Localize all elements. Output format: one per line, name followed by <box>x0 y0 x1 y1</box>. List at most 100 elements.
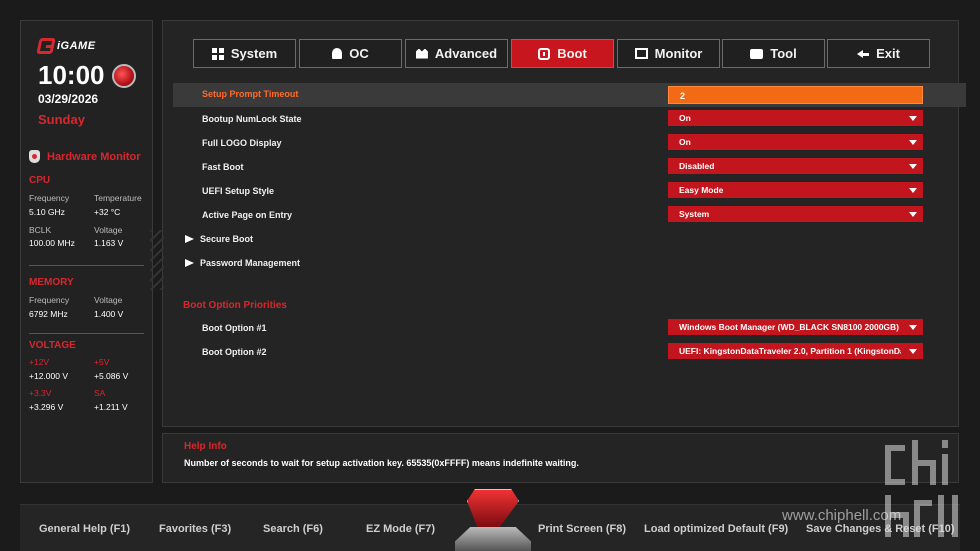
settings-gear-icon[interactable] <box>112 64 136 88</box>
cpu-temperature-value: +32 °C <box>94 207 121 217</box>
cpu-frequency-value: 5.10 GHz <box>29 207 65 217</box>
chevron-down-icon <box>909 349 917 354</box>
watermark-url: www.chiphell.com <box>782 507 902 524</box>
tab-exit[interactable]: Exit <box>827 39 930 68</box>
secure-boot-link[interactable]: Secure Boot <box>200 234 253 244</box>
ez-mode-button[interactable]: EZ Mode (F7) <box>366 523 435 535</box>
monitor-icon <box>634 48 648 59</box>
brand-logo: iGAME <box>36 38 96 54</box>
sa-label: SA <box>94 388 106 398</box>
active-page-value: System <box>679 209 710 219</box>
full-logo-select[interactable]: On <box>668 134 923 150</box>
submenu-arrow-icon <box>185 259 194 267</box>
v5-value: +5.086 V <box>94 371 129 381</box>
clock-date: 03/29/2026 <box>38 92 99 106</box>
tab-system[interactable]: System <box>193 39 296 68</box>
password-management-link[interactable]: Password Management <box>200 258 300 268</box>
tab-oc[interactable]: OC <box>299 39 402 68</box>
submenu-arrow-icon <box>185 235 194 243</box>
brand-mark-icon <box>36 38 56 54</box>
power-icon <box>538 47 551 60</box>
memory-voltage-value: 1.400 V <box>94 309 124 319</box>
tab-label: Tool <box>770 46 797 61</box>
toolbox-icon <box>750 48 764 59</box>
general-help-button[interactable]: General Help (F1) <box>39 523 130 535</box>
cpu-frequency-label: Frequency <box>29 193 70 203</box>
exit-arrow-icon <box>857 49 870 59</box>
boot-option-1-value: Windows Boot Manager (WD_BLACK SN8100 20… <box>679 322 900 332</box>
full-logo-label[interactable]: Full LOGO Display <box>202 138 282 148</box>
boot-option-2-select[interactable]: UEFI: KingstonDataTraveler 2.0, Partitio… <box>668 343 923 359</box>
uefi-style-value: Easy Mode <box>679 185 724 195</box>
load-defaults-button[interactable]: Load optimized Default (F9) <box>644 523 788 535</box>
tab-label: Advanced <box>434 46 498 61</box>
fast-boot-label[interactable]: Fast Boot <box>202 162 244 172</box>
numlock-label[interactable]: Bootup NumLock State <box>202 114 302 124</box>
cpu-voltage-value: 1.163 V <box>94 238 124 248</box>
cpu-bclk-value: 100.00 MHz <box>29 238 75 248</box>
hardware-monitor-title: Hardware Monitor <box>47 151 141 163</box>
v12-value: +12.000 V <box>29 371 68 381</box>
cpu-section-title: CPU <box>29 175 51 186</box>
tab-label: OC <box>349 46 369 61</box>
v33-value: +3.296 V <box>29 402 64 412</box>
tab-label: Exit <box>876 46 900 61</box>
crown-icon <box>415 48 428 59</box>
boot-option-1-select[interactable]: Windows Boot Manager (WD_BLACK SN8100 20… <box>668 319 923 335</box>
boot-option-2-value: UEFI: KingstonDataTraveler 2.0, Partitio… <box>679 346 901 356</box>
tab-advanced[interactable]: Advanced <box>405 39 508 68</box>
search-button[interactable]: Search (F6) <box>263 523 323 535</box>
setup-prompt-timeout-input[interactable]: 2 <box>668 86 923 104</box>
decorative-stripes <box>150 230 164 290</box>
memory-voltage-label: Voltage <box>94 295 123 305</box>
divider <box>29 265 144 266</box>
numlock-value: On <box>679 113 691 123</box>
clock-time: 10:00 <box>38 60 105 90</box>
cpu-temperature-label: Temperature <box>94 193 142 203</box>
clock-day: Sunday <box>38 112 85 127</box>
active-page-select[interactable]: System <box>668 206 923 222</box>
settings-panel <box>162 20 959 427</box>
v33-label: +3.3V <box>29 388 52 398</box>
cpu-bclk-label: BCLK <box>29 225 52 235</box>
divider <box>29 333 144 334</box>
grid-icon <box>211 47 224 60</box>
chevron-down-icon <box>909 325 917 330</box>
print-screen-button[interactable]: Print Screen (F8) <box>538 523 626 535</box>
uefi-style-select[interactable]: Easy Mode <box>668 182 923 198</box>
voltage-section-title: VOLTAGE <box>29 340 76 351</box>
setup-prompt-timeout-label[interactable]: Setup Prompt Timeout <box>202 89 298 99</box>
tab-boot[interactable]: Boot <box>511 39 614 68</box>
full-logo-value: On <box>679 137 691 147</box>
boot-priorities-title: Boot Option Priorities <box>183 300 287 311</box>
active-page-label[interactable]: Active Page on Entry <box>202 210 292 220</box>
memory-frequency-value: 6792 MHz <box>29 309 68 319</box>
tab-monitor[interactable]: Monitor <box>617 39 720 68</box>
boot-option-1-label[interactable]: Boot Option #1 <box>202 323 267 333</box>
memory-section-title: MEMORY <box>29 277 74 288</box>
numlock-select[interactable]: On <box>668 110 923 126</box>
watermark-logo <box>880 440 965 540</box>
v12-label: +12V <box>29 357 50 367</box>
tab-tool[interactable]: Tool <box>722 39 825 68</box>
hardware-monitor-icon <box>29 150 40 163</box>
sa-value: +1.211 V <box>94 402 128 412</box>
uefi-style-label[interactable]: UEFI Setup Style <box>202 186 274 196</box>
tab-label: Monitor <box>654 46 703 61</box>
chevron-down-icon <box>909 164 917 169</box>
chevron-down-icon <box>909 212 917 217</box>
v5-label: +5V <box>94 357 110 367</box>
chevron-down-icon <box>909 140 917 145</box>
boot-option-2-label[interactable]: Boot Option #2 <box>202 347 267 357</box>
cpu-voltage-label: Voltage <box>94 225 123 235</box>
brand-name: iGAME <box>57 40 96 52</box>
tab-label: System <box>230 46 278 61</box>
fast-boot-select[interactable]: Disabled <box>668 158 923 174</box>
help-title: Help Info <box>184 441 227 452</box>
memory-frequency-label: Frequency <box>29 295 70 305</box>
chevron-down-icon <box>909 116 917 121</box>
help-text: Number of seconds to wait for setup acti… <box>184 458 579 468</box>
fast-boot-value: Disabled <box>679 161 715 171</box>
favorites-button[interactable]: Favorites (F3) <box>159 523 231 535</box>
tab-label: Boot <box>557 46 587 61</box>
